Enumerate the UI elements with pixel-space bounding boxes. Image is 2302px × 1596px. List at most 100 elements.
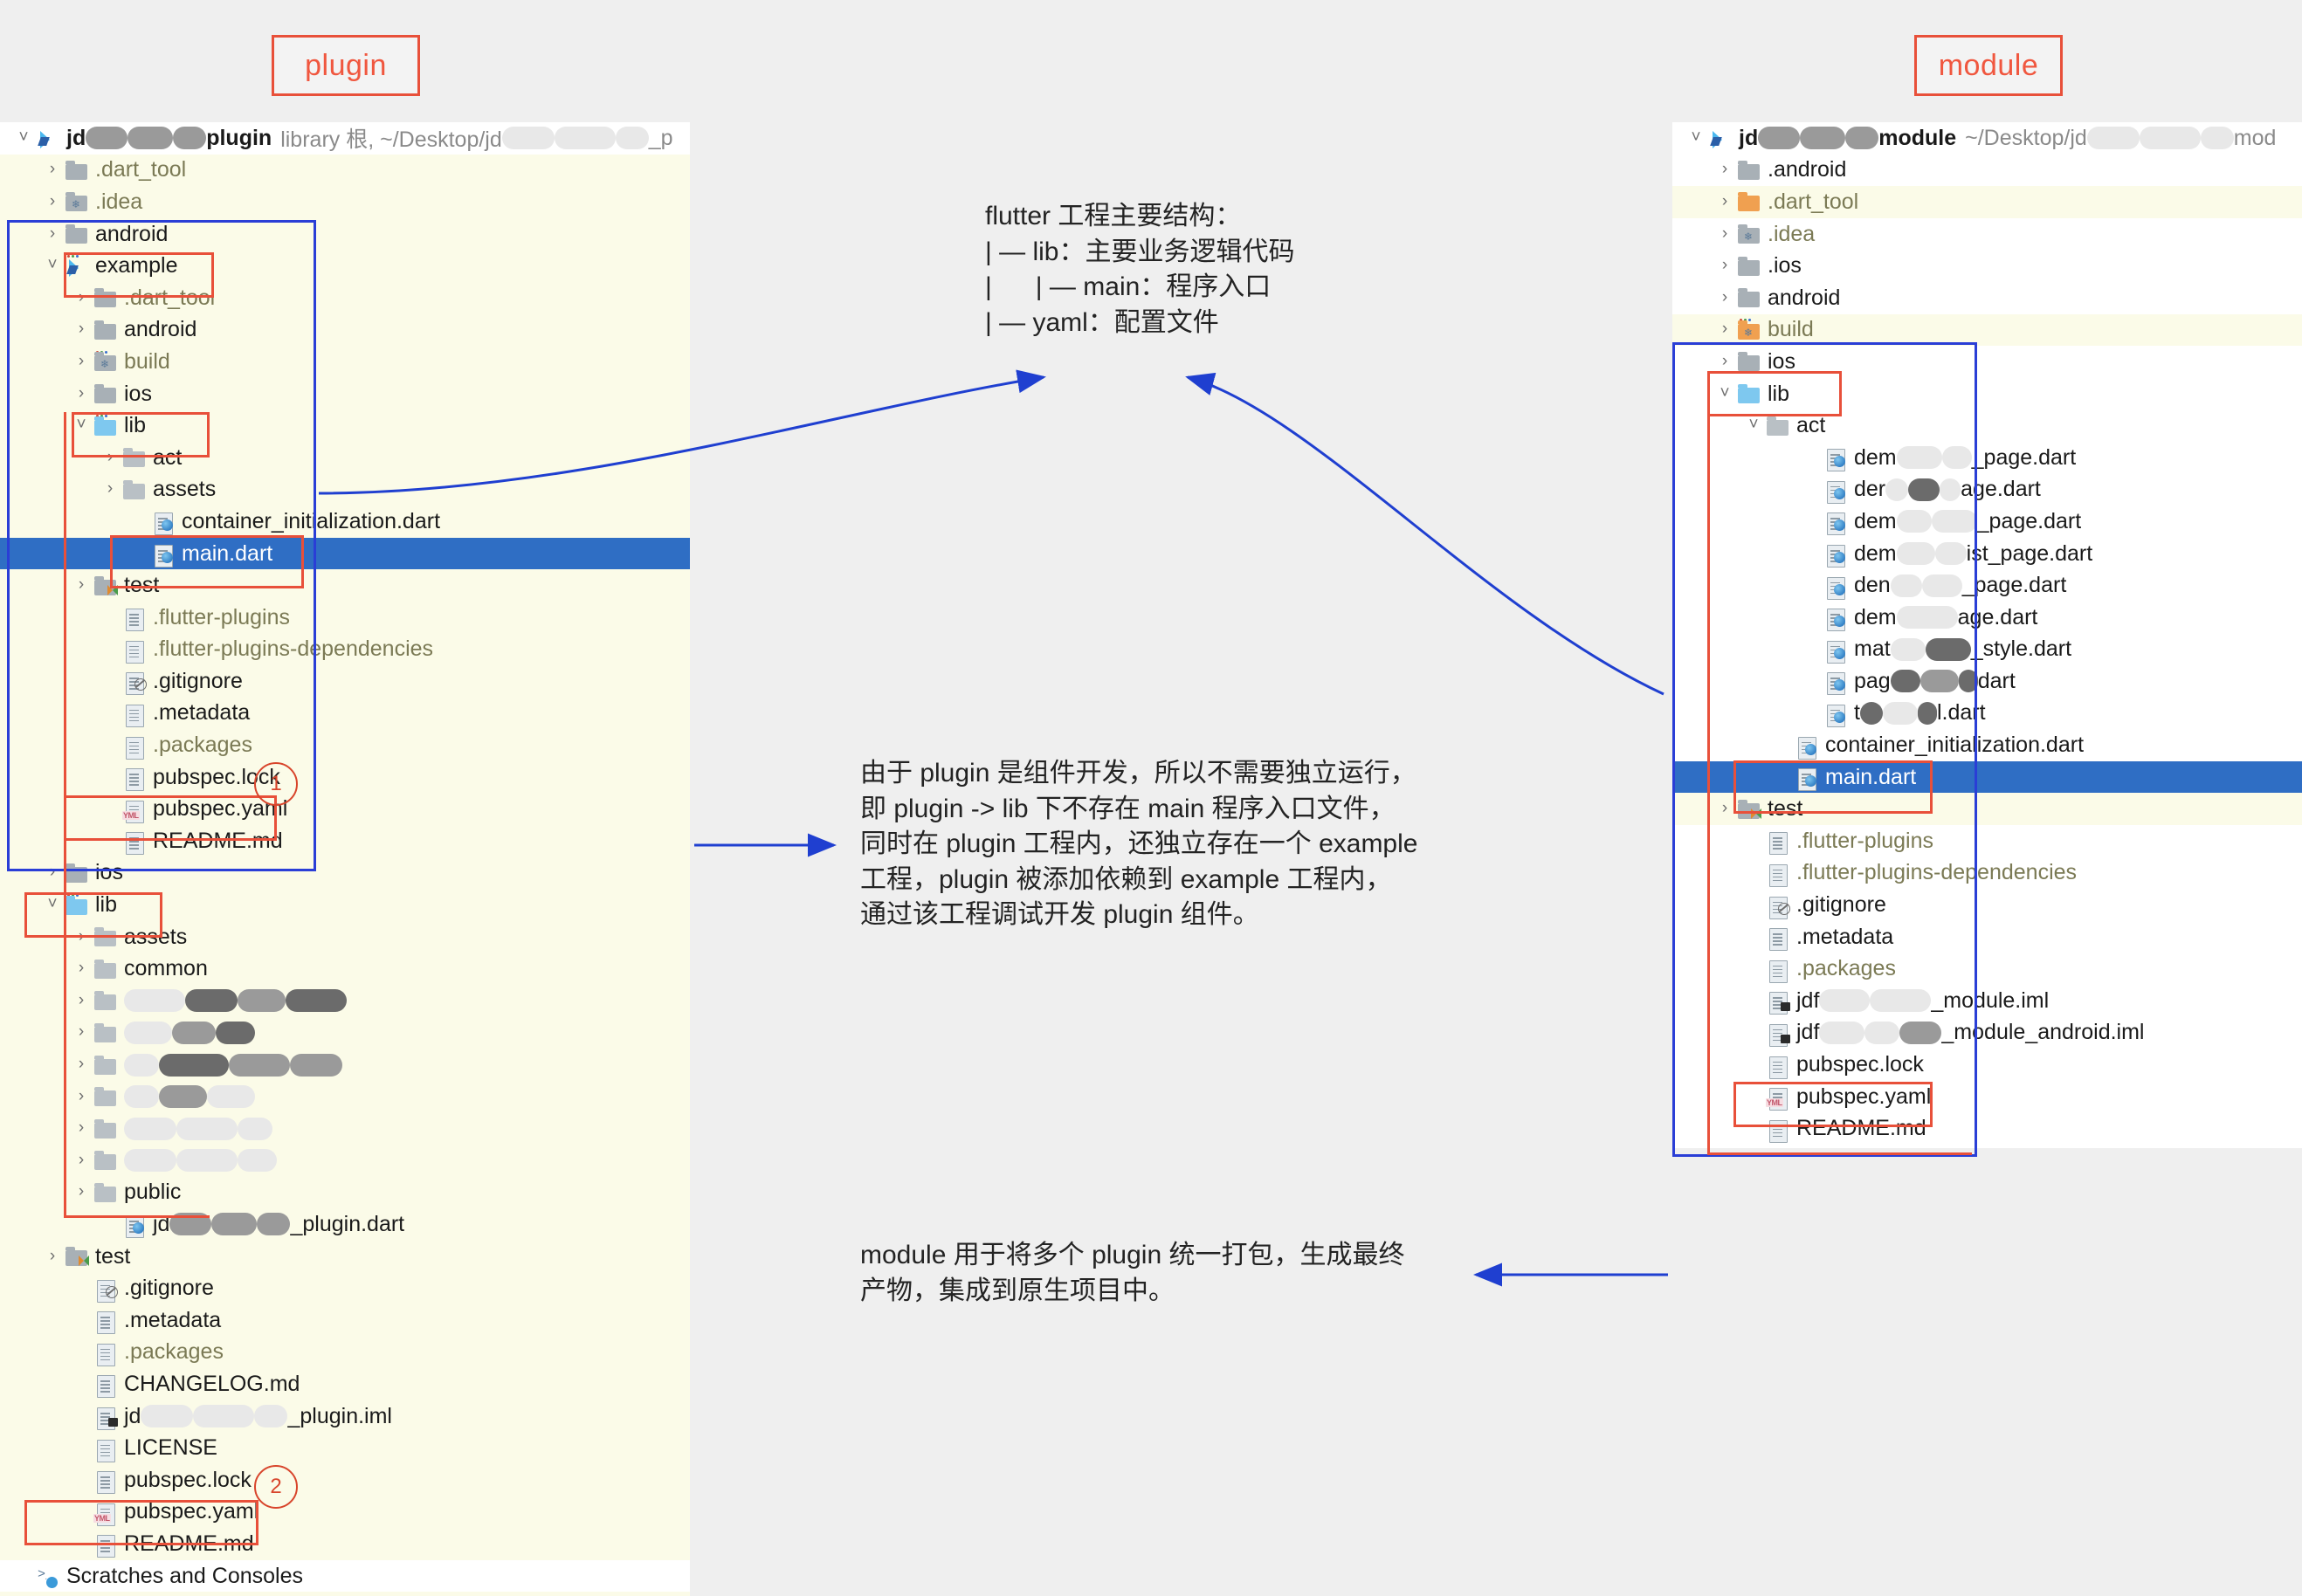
tree-item-act[interactable]: › act [0, 442, 690, 474]
tree-item-flutter-plugins[interactable]: › .flutter-plugins [0, 602, 690, 634]
tree-root-row[interactable]: ˅ jd plugin library 根, ~/Desktop/jd _p [0, 122, 690, 155]
tree-item-changelog-md[interactable]: › CHANGELOG.md [0, 1368, 690, 1400]
chevron-right-icon[interactable]: › [99, 480, 121, 497]
tree-item-container-initialization-dart[interactable]: › container_initialization.dart [1672, 729, 2302, 761]
tree-item-packages[interactable]: › .packages [0, 729, 690, 761]
tree-item-android[interactable]: › .android [1672, 154, 2302, 187]
tree-item-style-dart[interactable]: › mat _style.dart [1672, 633, 2302, 666]
chevron-right-icon[interactable]: › [41, 193, 64, 210]
tree-item-l-dart[interactable]: › t l.dart [1672, 697, 2302, 730]
tree-item-ios[interactable]: › ios [0, 857, 690, 897]
tree-item-packages[interactable]: › .packages [1672, 953, 2302, 986]
tree-item-packages[interactable]: › .packages [0, 1337, 690, 1369]
chevron-right-icon[interactable]: › [41, 161, 64, 177]
tree-item-test[interactable]: › test [0, 1241, 690, 1273]
tree-item-readme-md[interactable]: › README.md [0, 825, 690, 857]
chevron-right-icon[interactable]: › [1713, 800, 1736, 816]
chevron-right-icon[interactable]: › [70, 385, 93, 402]
tree-item-assets[interactable]: › assets [0, 474, 690, 506]
tree-item-flutter-plugins-dependencies[interactable]: › .flutter-plugins-dependencies [1672, 856, 2302, 890]
tree-item-lib[interactable]: ˅ lib [0, 409, 690, 442]
tree-item-plugin-iml[interactable]: › jd _plugin.iml [0, 1400, 690, 1433]
tree-item-test[interactable]: › test [1672, 793, 2302, 825]
tree-item-assets[interactable]: › assets [0, 921, 690, 953]
tree-item-public[interactable]: › public [0, 1177, 690, 1209]
chevron-right-icon[interactable]: › [70, 353, 93, 369]
tree-item-plugin-dart[interactable]: › jd _plugin.dart [0, 1208, 690, 1241]
chevron-right-icon[interactable]: › [41, 1248, 64, 1264]
chevron-right-icon[interactable]: › [70, 1023, 93, 1040]
project-tree-module[interactable]: ˅ jd module ~/Desktop/jd mod › .android › .dart_… [1672, 122, 2302, 1148]
chevron-right-icon[interactable]: › [1713, 161, 1736, 177]
project-tree-plugin[interactable]: ˅ jd plugin library 根, ~/Desktop/jd _p › .dart… [0, 122, 690, 1596]
chevron-right-icon[interactable]: › [1713, 193, 1736, 210]
tree-item-readme-md[interactable]: › README.md [1672, 1112, 2302, 1145]
tree-item-age-dart[interactable]: › dem age.dart [1672, 601, 2302, 634]
chevron-right-icon[interactable]: › [70, 576, 93, 593]
tree-item-pubspec-yaml[interactable]: ›YMLpubspec.yaml [1672, 1080, 2302, 1113]
chevron-down-icon[interactable]: ˅ [1742, 416, 1765, 433]
tree-item-flutter-plugins-dependencies[interactable]: › .flutter-plugins-dependencies [0, 634, 690, 666]
tree-item-build[interactable]: › ❄ build [0, 346, 690, 378]
tree-item-age-dart[interactable]: › der age.dart [1672, 473, 2302, 506]
tree-item-redacted[interactable]: › [0, 1112, 690, 1145]
tree-item-idea[interactable]: › ❄ .idea [0, 186, 690, 218]
chevron-right-icon[interactable]: › [70, 1183, 93, 1200]
chevron-right-icon[interactable]: › [41, 863, 64, 880]
chevron-down-icon[interactable]: ˅ [12, 129, 35, 146]
tree-item-android[interactable]: › android [0, 218, 690, 258]
chevron-right-icon[interactable]: › [70, 320, 93, 337]
chevron-right-icon[interactable]: › [70, 1056, 93, 1072]
chevron-right-icon[interactable]: › [1713, 257, 1736, 273]
chevron-down-icon[interactable]: ˅ [41, 257, 64, 273]
chevron-right-icon[interactable]: › [99, 449, 121, 465]
chevron-right-icon[interactable]: › [1713, 289, 1736, 306]
tree-item-ist-page-dart[interactable]: › dem ist_page.dart [1672, 537, 2302, 570]
tree-item-page-dart[interactable]: › dem _page.dart [1672, 506, 2302, 538]
tree-item-metadata[interactable]: › .metadata [0, 698, 690, 730]
tree-item-gitignore[interactable]: › .gitignore [0, 1272, 690, 1304]
tree-item-readme-md[interactable]: › README.md [0, 1528, 690, 1560]
tree-item-dart-tool[interactable]: › .dart_tool [0, 155, 690, 187]
tree-item-ios[interactable]: › ios [0, 378, 690, 418]
tree-item-ios[interactable]: › ios [1672, 346, 2302, 386]
chevron-right-icon[interactable]: › [70, 1119, 93, 1136]
tree-item-redacted[interactable]: › [0, 1145, 690, 1177]
tree-item-gitignore[interactable]: › .gitignore [0, 665, 690, 698]
tree-item-pubspec-lock[interactable]: ›pubspec.lock [0, 761, 690, 794]
tree-item-common[interactable]: › common [0, 953, 690, 985]
tree-item-scratches-and-consoles[interactable]: ›>_Scratches and Consoles [0, 1559, 690, 1593]
tree-item-pubspec-lock[interactable]: ›pubspec.lock [0, 1464, 690, 1496]
chevron-down-icon[interactable]: ˅ [41, 896, 64, 912]
tree-item-lib[interactable]: ˅ lib [0, 889, 690, 921]
tree-item-lib[interactable]: ˅ lib [1672, 377, 2302, 410]
chevron-right-icon[interactable]: › [70, 928, 93, 945]
tree-item-scratches-and-consoles[interactable]: ›>_Scratches and Consoles [1672, 1145, 2302, 1148]
tree-item-dart-tool[interactable]: › .dart_tool [0, 282, 690, 314]
tree-item-redacted[interactable]: › [0, 985, 690, 1017]
tree-item-metadata[interactable]: › .metadata [0, 1304, 690, 1337]
tree-item-android[interactable]: › android [0, 314, 690, 354]
tree-item-license[interactable]: › LICENSE [0, 1432, 690, 1464]
tree-item-flutter-plugins[interactable]: › .flutter-plugins [1672, 825, 2302, 857]
tree-item-page-dart[interactable]: › den _page.dart [1672, 569, 2302, 602]
chevron-right-icon[interactable]: › [70, 289, 93, 306]
chevron-right-icon[interactable]: › [1713, 353, 1736, 369]
tree-item-ios[interactable]: › .ios [1672, 250, 2302, 282]
tree-item-main-dart[interactable]: › main.dart [1672, 760, 2302, 794]
tree-item-gitignore[interactable]: › .gitignore [1672, 889, 2302, 921]
tree-item-pubspec-lock[interactable]: ›pubspec.lock [1672, 1049, 2302, 1081]
chevron-right-icon[interactable]: › [70, 960, 93, 976]
tree-item-main-dart[interactable]: › main.dart [0, 537, 690, 570]
tree-item-act[interactable]: ˅ act [1672, 409, 2302, 442]
chevron-right-icon[interactable]: › [1713, 320, 1736, 337]
chevron-down-icon[interactable]: ˅ [70, 416, 93, 433]
tree-item-metadata[interactable]: › .metadata [1672, 920, 2302, 953]
chevron-right-icon[interactable]: › [70, 1088, 93, 1104]
tree-item-redacted[interactable]: › [0, 1017, 690, 1049]
tree-item-redacted[interactable]: › [0, 1081, 690, 1113]
tree-item-dart-tool[interactable]: › .dart_tool [1672, 186, 2302, 218]
chevron-down-icon[interactable]: ˅ [1713, 385, 1736, 402]
tree-item-build[interactable]: › ❄ build [1672, 314, 2302, 347]
chevron-right-icon[interactable]: › [70, 1152, 93, 1168]
